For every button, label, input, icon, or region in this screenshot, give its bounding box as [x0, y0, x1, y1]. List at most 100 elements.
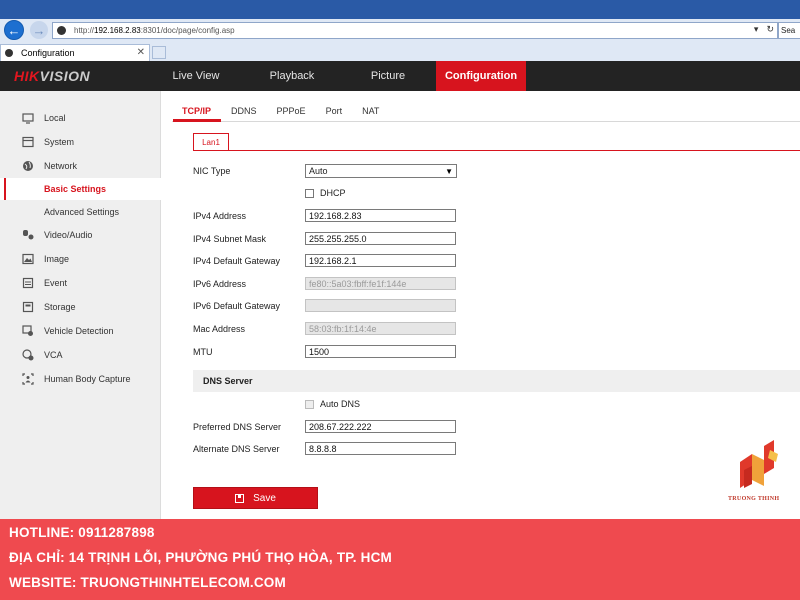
mtu-label: MTU: [193, 347, 213, 357]
image-icon: [22, 253, 34, 265]
site-icon: [57, 26, 66, 35]
ipv6-address-label: IPv6 Address: [193, 279, 247, 289]
save-disk-icon: [235, 493, 245, 503]
globe-icon: [23, 161, 33, 171]
sidebar-item-image[interactable]: Image: [0, 248, 161, 270]
sidebar-item-advanced-settings[interactable]: Advanced Settings: [0, 201, 161, 223]
ipv4-gateway-field[interactable]: 192.168.2.1: [305, 254, 456, 267]
ipv4-gateway-label: IPv4 Default Gateway: [193, 256, 281, 266]
mac-address-label: Mac Address: [193, 324, 246, 334]
forward-button[interactable]: →: [30, 21, 48, 39]
sidebar-item-label: System: [44, 137, 75, 147]
hikvision-logo: HIKVISION: [14, 68, 90, 84]
dhcp-row: DHCP: [305, 188, 346, 198]
refresh-icon[interactable]: ↻: [766, 24, 774, 35]
sidebar-item-label: Network: [44, 161, 78, 171]
address-bar[interactable]: http://192.168.2.83:8301/doc/page/config…: [52, 22, 778, 39]
logo-rest: VISION: [39, 68, 91, 84]
sidebar: Local System Network Basic Settings Adva…: [0, 91, 161, 521]
nic-type-select[interactable]: Auto ▼: [305, 164, 457, 178]
sidebar-item-event[interactable]: Event: [0, 272, 161, 294]
ipv6-gateway-field: [305, 299, 456, 312]
preferred-dns-label: Preferred DNS Server: [193, 422, 282, 432]
system-icon: [22, 136, 34, 148]
nic-type-label: NIC Type: [193, 166, 231, 176]
sidebar-item-storage[interactable]: Storage: [0, 296, 161, 318]
mac-address-field: 58:03:fb:1f:14:4e: [305, 322, 456, 335]
auto-dns-row: Auto DNS: [305, 399, 360, 409]
tab-lan1[interactable]: Lan1: [193, 133, 229, 151]
alternate-dns-field[interactable]: 8.8.8.8: [305, 442, 456, 455]
alternate-dns-label: Alternate DNS Server: [193, 444, 280, 454]
dns-section-header: DNS Server: [193, 370, 800, 392]
ipv4-subnet-field[interactable]: 255.255.255.0: [305, 232, 456, 245]
sidebar-item-basic-settings[interactable]: Basic Settings: [0, 178, 161, 200]
nav-configuration[interactable]: Configuration: [436, 61, 526, 91]
sidebar-item-network[interactable]: Network: [0, 155, 161, 177]
ipv6-address-field: fe80::5a03:fbff:fe1f:144e: [305, 277, 456, 290]
sidebar-item-label: Vehicle Detection: [44, 326, 114, 336]
url-host: 192.168.2.83: [94, 26, 141, 35]
logo-red: HIK: [14, 68, 40, 84]
save-label: Save: [253, 492, 276, 504]
nav-playback[interactable]: Playback: [244, 61, 340, 91]
sidebar-item-label: Image: [44, 254, 70, 264]
vca-icon: [22, 349, 34, 361]
banner-hotline: HOTLINE: 0911287898: [9, 525, 155, 540]
window-top-strip: [0, 0, 800, 19]
dropdown-icon[interactable]: ▾: [754, 24, 759, 35]
sidebar-item-label: VCA: [44, 350, 63, 360]
ipv4-address-label: IPv4 Address: [193, 211, 247, 221]
dhcp-label: DHCP: [320, 188, 346, 198]
sidebar-item-system[interactable]: System: [0, 131, 161, 153]
mtu-field[interactable]: 1500: [305, 345, 456, 358]
preferred-dns-field[interactable]: 208.67.222.222: [305, 420, 456, 433]
monitor-icon: [22, 113, 34, 124]
sidebar-item-vehicle-detection[interactable]: Vehicle Detection: [0, 320, 161, 342]
arrow-right-icon: →: [32, 22, 46, 38]
sidebar-item-vca[interactable]: VCA: [0, 344, 161, 366]
nic-type-value: Auto: [309, 166, 328, 176]
search-box[interactable]: Sea: [778, 22, 800, 39]
ipv4-subnet-label: IPv4 Subnet Mask: [193, 234, 267, 244]
browser-tab[interactable]: Configuration ✕: [0, 44, 150, 61]
new-tab-button[interactable]: [152, 46, 166, 59]
dhcp-checkbox[interactable]: [305, 188, 314, 198]
sidebar-item-human-body-capture[interactable]: Human Body Capture: [0, 368, 161, 390]
nav-picture[interactable]: Picture: [340, 61, 436, 91]
tab-nat[interactable]: NAT: [352, 103, 389, 119]
auto-dns-checkbox[interactable]: [305, 399, 314, 409]
address-tools: ▾ ↻: [754, 24, 774, 35]
config-content: TCP/IP DDNS PPPoE Port NAT Lan1 NIC Type…: [162, 91, 800, 521]
tab-pppoe[interactable]: PPPoE: [267, 103, 316, 119]
sidebar-item-label: Event: [44, 278, 68, 288]
sidebar-item-label: Video/Audio: [44, 230, 93, 240]
main-nav: Live View Playback Picture Configuration: [148, 61, 526, 91]
url-prefix: http://: [74, 26, 95, 35]
sidebar-item-video-audio[interactable]: Video/Audio: [0, 224, 161, 246]
sidebar-item-label: Basic Settings: [44, 184, 107, 194]
tab-ddns[interactable]: DDNS: [221, 103, 267, 119]
active-tab-indicator: [173, 119, 221, 122]
sidebar-item-label: Local: [44, 113, 66, 123]
sidebar-item-local[interactable]: Local: [0, 107, 161, 129]
back-button[interactable]: ←: [4, 20, 24, 40]
storage-icon: [22, 301, 34, 313]
mic-icon: [23, 230, 34, 240]
watermark-text: TRUONG THINH: [728, 496, 780, 502]
save-button[interactable]: Save: [193, 487, 318, 509]
ipv4-address-field[interactable]: 192.168.2.83: [305, 209, 456, 222]
sidebar-item-label: Advanced Settings: [44, 207, 120, 217]
close-icon[interactable]: ✕: [137, 47, 145, 58]
calendar-icon: [22, 277, 34, 289]
tab-favicon-icon: [5, 49, 13, 57]
tab-port[interactable]: Port: [316, 103, 353, 119]
promo-banner: HOTLINE: 0911287898 ĐỊA CHỈ: 14 TRỊNH LỖ…: [0, 519, 800, 600]
nav-live-view[interactable]: Live View: [148, 61, 244, 91]
sidebar-item-label: Human Body Capture: [44, 374, 131, 384]
chevron-down-icon: ▼: [445, 167, 453, 176]
lan-divider: [193, 150, 800, 151]
sub-tabs: TCP/IP DDNS PPPoE Port NAT: [172, 103, 389, 119]
tab-tcp-ip[interactable]: TCP/IP: [172, 103, 221, 119]
sidebar-item-label: Storage: [44, 302, 76, 312]
